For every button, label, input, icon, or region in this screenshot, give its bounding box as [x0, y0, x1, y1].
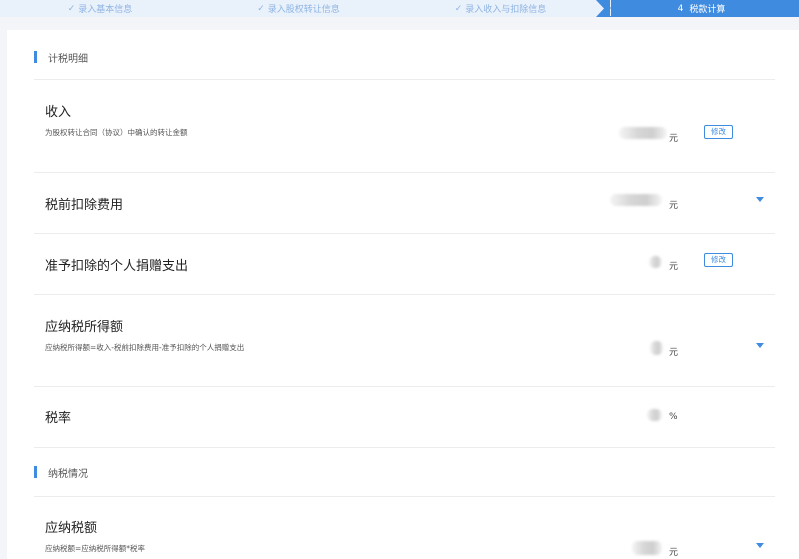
step-tax-calc: 4 税款计算 [603, 0, 799, 17]
donation-unit: 元 [669, 262, 679, 272]
divider [34, 172, 775, 173]
step-number: 4 [677, 3, 684, 14]
tax-rate-value [647, 409, 662, 421]
pretax-deduction-unit: 元 [669, 201, 679, 211]
tax-payable-unit: 元 [669, 548, 679, 558]
section-title: 纳税情况 [48, 468, 88, 480]
caret-down-icon[interactable] [756, 343, 764, 348]
divider [34, 79, 775, 80]
pretax-deduction-value [610, 194, 662, 206]
donation-value [649, 256, 662, 268]
check-icon: ✓ [454, 3, 463, 14]
caret-down-icon[interactable] [756, 543, 764, 548]
tax-rate-title: 税率 [45, 411, 72, 426]
caret-down-icon[interactable] [756, 197, 764, 202]
step-equity-transfer: ✓ 录入股权转让信息 [200, 0, 397, 17]
step-basic-info: ✓ 录入基本信息 [0, 0, 200, 17]
divider [34, 386, 775, 387]
income-subtitle: 为股权转让合同（协议）中确认的转让金额 [45, 128, 188, 137]
tax-payable-subtitle: 应纳税额=应纳税所得额*税率 [45, 544, 146, 553]
divider [34, 447, 775, 448]
section-payment: 纳税情况 [34, 465, 88, 480]
taxable-income-value [650, 341, 663, 355]
step-label: 录入股权转让信息 [267, 5, 340, 15]
pretax-deduction-title: 税前扣除费用 [45, 198, 124, 213]
divider [34, 294, 775, 295]
step-label: 税款计算 [689, 5, 726, 15]
progress-steps: ✓ 录入基本信息 ✓ 录入股权转让信息 ✓ 录入收入与扣除信息 4 税款计算 [0, 0, 799, 17]
section-marker [34, 466, 37, 478]
donation-title: 准予扣除的个人捐赠支出 [45, 259, 189, 274]
edit-donation-button[interactable]: 修改 [704, 253, 733, 267]
step-income-deduction: ✓ 录入收入与扣除信息 [397, 0, 604, 17]
check-icon: ✓ [257, 3, 265, 14]
taxable-income-title: 应纳税所得额 [45, 320, 124, 335]
income-unit: 元 [669, 134, 679, 144]
step-label: 录入收入与扣除信息 [465, 5, 547, 15]
section-tax-detail: 计税明细 [34, 50, 88, 65]
divider [34, 233, 775, 234]
income-value [619, 127, 667, 139]
tax-payable-title: 应纳税额 [45, 521, 98, 536]
taxable-income-subtitle: 应纳税所得额=收入-税前扣除费用-准予扣除的个人捐赠支出 [45, 343, 245, 352]
tax-rate-unit: % [669, 412, 678, 422]
check-icon: ✓ [67, 3, 76, 14]
income-title: 收入 [45, 105, 72, 120]
tax-calculation-panel: 计税明细 收入 为股权转让合同（协议）中确认的转让金额 元 修改 税前扣除费用 … [7, 30, 799, 559]
step-label: 录入基本信息 [78, 5, 133, 15]
taxable-income-unit: 元 [669, 348, 679, 358]
tax-payable-value [632, 541, 662, 555]
divider [34, 496, 775, 497]
section-marker [34, 51, 37, 63]
edit-income-button[interactable]: 修改 [704, 125, 733, 139]
step-chevron [596, 0, 610, 17]
section-title: 计税明细 [48, 53, 88, 65]
